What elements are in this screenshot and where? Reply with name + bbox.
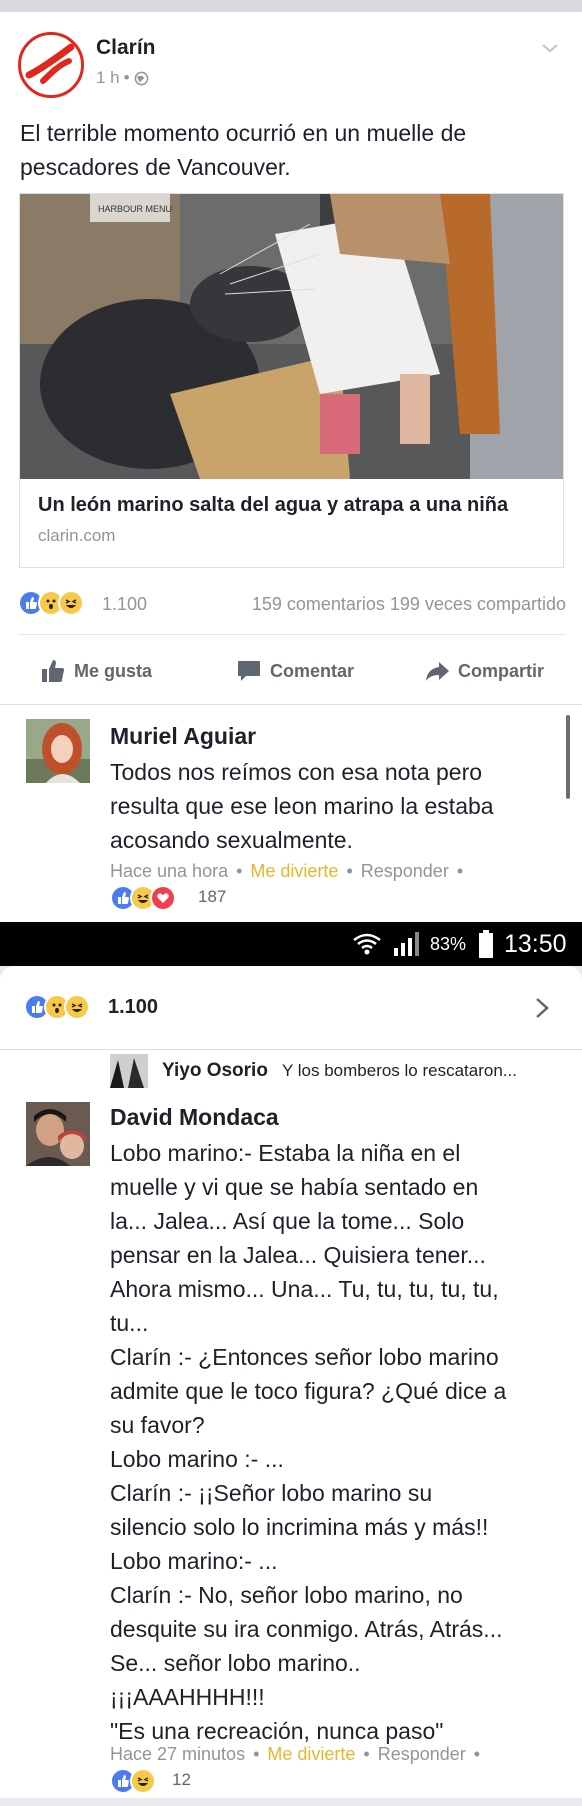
comment-reactions[interactable] (110, 1768, 160, 1794)
share-label: Compartir (458, 660, 545, 681)
link-title[interactable]: Un león marino salta del agua y atrapa a… (38, 494, 508, 517)
battery-percent: 83% (430, 934, 467, 954)
comment-icon (238, 661, 260, 681)
comment: Muriel Aguiar Todos nos reímos con esa n… (0, 704, 582, 922)
comment-line: Se... señor lobo marino.. (110, 1650, 361, 1676)
comment-line: Lobo marino :- ... (110, 1446, 284, 1472)
reply-text: Y los bomberos lo rescataron... (282, 1061, 517, 1080)
meta-dot: • (473, 1744, 481, 1764)
comment-time[interactable]: Hace 27 minutos (110, 1744, 245, 1764)
sign-text: HARBOUR MENU (98, 204, 172, 214)
divider (18, 634, 566, 635)
avatar[interactable] (26, 1102, 90, 1166)
share-icon (426, 662, 449, 681)
comment-line: la... Jalea... Así que la tome... Solo (110, 1208, 465, 1234)
comment-text: Todos nos reímos con esa nota pero resul… (110, 755, 494, 857)
link-preview[interactable]: HARBOUR MENU Un león marino salta del ag… (19, 193, 564, 568)
comment-meta: Hace una hora • Me divierte • Responder • (110, 861, 471, 882)
comment-line: Lobo marino:- ... (110, 1548, 278, 1574)
comment-button[interactable]: Comentar (236, 658, 354, 684)
top-strip (0, 0, 582, 12)
haha-icon (58, 590, 84, 616)
comment-line: su favor? (110, 1412, 205, 1438)
reply-button[interactable]: Responder (361, 861, 449, 881)
comment-line: ¡¡¡AAAHHHH!!! (110, 1684, 265, 1710)
comment-reaction-count: 187 (198, 887, 227, 906)
like-button[interactable]: Me gusta (40, 658, 152, 684)
globe-icon (134, 71, 148, 85)
comment-line: Todos nos reímos con esa nota pero (110, 759, 483, 785)
reply-preview[interactable]: Yiyo Osorio Y los bomberos lo rescataron… (110, 1050, 570, 1092)
comment-line: acosando sexualmente. (110, 827, 353, 853)
post-time[interactable]: 1 h (96, 68, 120, 88)
status-bar: 83% 13:50 (0, 922, 582, 966)
clarin-logo[interactable] (18, 32, 84, 98)
comment-reaction-count: 12 (172, 1770, 191, 1789)
meta-dot: • (346, 861, 353, 881)
comment-line: desquite su ira conmigo. Atrás, Atrás... (110, 1616, 503, 1642)
comment-line: Clarín :- ¿Entonces señor lobo marino (110, 1344, 499, 1370)
battery-icon (479, 930, 493, 958)
comment-line: muelle y vi que se había sentado en (110, 1174, 479, 1200)
meta-dot: • (363, 1744, 370, 1764)
reaction-count: 1.100 (102, 594, 148, 614)
meta-dot: • (236, 861, 243, 881)
share-button[interactable]: Compartir (424, 658, 544, 684)
comment-line: resulta que ese leon marino la estaba (110, 793, 494, 819)
comment-label: Comentar (270, 660, 355, 681)
comment-author[interactable]: Muriel Aguiar (110, 723, 256, 750)
love-icon (150, 885, 176, 911)
comment-line: Lobo marino:- Estaba la niña en el (110, 1140, 461, 1166)
comment-reactions[interactable] (110, 885, 190, 911)
meta-dot: • (123, 68, 130, 87)
avatar[interactable] (26, 719, 90, 783)
clock: 13:50 (504, 930, 567, 958)
like-label: Me gusta (74, 660, 153, 681)
comment-line: admite que le toco figura? ¿Qué dice a (110, 1378, 507, 1404)
reply-avatar[interactable] (110, 1054, 148, 1088)
chevron-right-icon[interactable] (532, 996, 552, 1020)
post-card: Clarín 1 h • El terrible momento ocurrió… (0, 12, 582, 704)
comment-line: "Es una recreación, nunca paso" (110, 1718, 444, 1744)
comment-line: Ahora mismo... Una... Tu, tu, tu, tu, tu… (110, 1276, 499, 1302)
meta-dot: • (456, 861, 464, 881)
post-actions: Me gusta Comentar Compartir (0, 648, 582, 698)
thumbs-up-icon (42, 660, 64, 682)
signal-icon (394, 932, 419, 956)
wifi-icon (353, 933, 381, 955)
haha-icon (130, 1768, 156, 1794)
meta-dot: • (253, 1744, 260, 1764)
comment-line: Clarín :- ¡¡Señor lobo marino su (110, 1480, 433, 1506)
comment-time[interactable]: Hace una hora (110, 861, 228, 881)
link-image[interactable]: HARBOUR MENU (20, 194, 563, 479)
chevron-down-icon[interactable] (540, 38, 560, 58)
comment-text: Lobo marino:- Estaba la niña en el muell… (110, 1136, 506, 1748)
post-meta: 1 h • (96, 68, 149, 88)
comment-line: pensar en la Jalea... Quisiera tener... (110, 1242, 486, 1268)
reactions-summary[interactable]: 1.100 159 comentarios 199 veces comparti… (18, 590, 566, 620)
link-domain: clarin.com (38, 526, 116, 545)
post-text: El terrible momento ocurrió en un muelle… (20, 120, 467, 180)
comments-sheet: 1.100 Yiyo Osorio Y los bomberos lo resc… (0, 966, 582, 1806)
comment-author[interactable]: David Mondaca (110, 1104, 279, 1131)
reply-button[interactable]: Responder (378, 1744, 466, 1764)
haha-reaction-button[interactable]: Me divierte (250, 861, 338, 881)
page-name[interactable]: Clarín (96, 36, 156, 60)
haha-reaction-button[interactable]: Me divierte (267, 1744, 355, 1764)
reaction-count: 1.100 (108, 996, 159, 1018)
reply-author[interactable]: Yiyo Osorio (162, 1060, 268, 1082)
comment-line: tu... (110, 1310, 149, 1336)
haha-icon (64, 994, 90, 1020)
comment-line: silencio solo lo incrimina más y más!! (110, 1514, 489, 1540)
bottom-edge (0, 1798, 582, 1806)
comment-share-stats[interactable]: 159 comentarios 199 veces compartido (252, 594, 566, 615)
sheet-header[interactable]: 1.100 (0, 966, 582, 1050)
comment-meta: Hace 27 minutos • Me divierte • Responder • (110, 1744, 488, 1765)
scrollbar[interactable] (566, 715, 570, 799)
comment-line: Clarín :- No, señor lobo marino, no (110, 1582, 463, 1608)
